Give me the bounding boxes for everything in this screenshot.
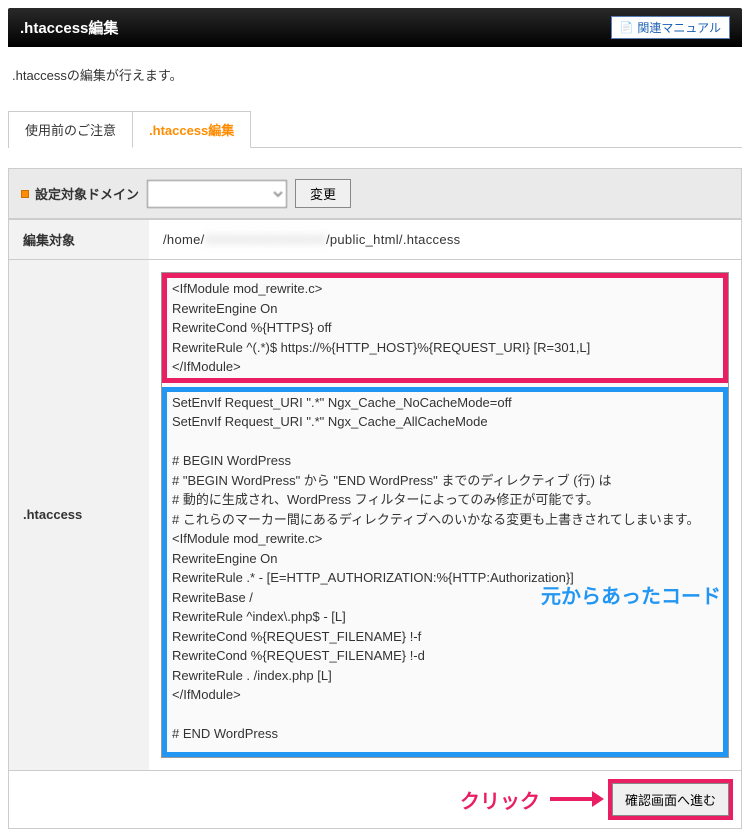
confirm-button[interactable]: 確認画面へ進む (612, 783, 729, 816)
path-prefix: /home/ (163, 232, 205, 247)
page-header: .htaccess編集 関連マニュアル (8, 8, 742, 47)
domain-selection-row: 設定対象ドメイン 変更 (9, 169, 741, 219)
path-hidden: XXXXXXXXXXXXXX (205, 232, 326, 247)
domain-select[interactable] (147, 180, 287, 208)
tab-bar: 使用前のご注意 .htaccess編集 (8, 110, 742, 148)
button-row: クリック 確認画面へ進む (9, 771, 741, 828)
path-suffix: /public_html/.htaccess (326, 232, 461, 247)
tab-precaution[interactable]: 使用前のご注意 (8, 111, 132, 148)
content-panel: 設定対象ドメイン 変更 編集対象 /home/XXXXXXXXXXXXXX/pu… (8, 168, 742, 829)
htaccess-textarea[interactable]: <IfModule mod_rewrite.c> RewriteEngine O… (161, 272, 729, 758)
marker-icon (21, 190, 29, 198)
htaccess-editor-row: .htaccess 挿入したコード <IfModule mod_rewrite.… (9, 260, 741, 771)
arrow-right-icon (548, 789, 604, 809)
edit-target-row: 編集対象 /home/XXXXXXXXXXXXXX/public_html/.h… (9, 220, 741, 260)
htaccess-label: .htaccess (9, 260, 149, 771)
page-description: .htaccessの編集が行えます。 (8, 47, 742, 110)
related-manual-button[interactable]: 関連マニュアル (611, 16, 730, 39)
manual-button-label: 関連マニュアル (637, 19, 721, 36)
htaccess-editor-cell: 挿入したコード <IfModule mod_rewrite.c> Rewrite… (149, 260, 741, 771)
tab-htaccess-editor[interactable]: .htaccess編集 (132, 111, 251, 148)
click-annotation: クリック (460, 785, 540, 814)
htaccess-edit-table: 編集対象 /home/XXXXXXXXXXXXXX/public_html/.h… (9, 219, 741, 771)
edit-target-path: /home/XXXXXXXXXXXXXX/public_html/.htacce… (149, 220, 741, 260)
original-code-block: SetEnvIf Request_URI ".*" Ngx_Cache_NoCa… (162, 387, 728, 757)
edit-target-label: 編集対象 (9, 220, 149, 260)
inserted-code-block: <IfModule mod_rewrite.c> RewriteEngine O… (162, 273, 728, 383)
domain-label: 設定対象ドメイン (21, 184, 139, 203)
page-title: .htaccess編集 (20, 17, 118, 38)
change-domain-button[interactable]: 変更 (295, 179, 351, 208)
